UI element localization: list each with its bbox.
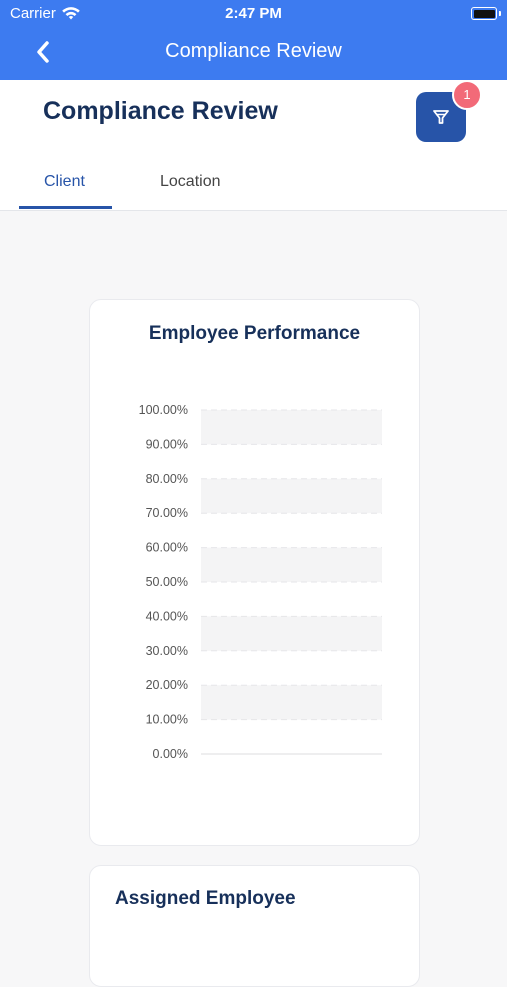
y-tick-label: 90.00% [146,437,188,451]
y-tick-label: 10.00% [146,713,188,727]
grid-band [201,547,382,582]
clock: 2:47 PM [225,5,282,22]
app-header: Carrier 2:47 PM Compliance Review [0,0,507,80]
grid-band [201,410,382,445]
nav-bar: Compliance Review [0,30,507,76]
status-bar: Carrier 2:47 PM [0,0,507,28]
grid-band [201,685,382,720]
funnel-icon [433,110,449,124]
tab-location[interactable]: Location [160,173,221,191]
y-tick-label: 30.00% [146,644,188,658]
filter-count-badge: 1 [452,80,482,110]
grid-band [201,616,382,651]
y-tick-label: 0.00% [153,747,188,761]
y-tick-label: 80.00% [146,472,188,486]
card-title: Assigned Employee [115,888,296,909]
y-tick-label: 70.00% [146,506,188,520]
y-tick-label: 60.00% [146,541,188,555]
nav-title: Compliance Review [165,40,342,62]
battery-icon [471,7,501,20]
y-tick-label: 20.00% [146,678,188,692]
y-tick-label: 40.00% [146,609,188,623]
page-title: Compliance Review [43,97,278,125]
tab-client[interactable]: Client [44,173,85,191]
employee-performance-card: Employee Performance 100.00% 90.00% 80.00%… [89,299,420,846]
active-tab-indicator [19,206,112,209]
page-header: Compliance Review 1 Client Location [0,80,507,211]
y-tick-label: 100.00% [139,403,188,417]
grid-band [201,478,382,514]
employee-performance-chart: 100.00% 90.00% 80.00% 70.00% 60.00% 50.00% 40.… [139,403,382,761]
y-tick-label: 50.00% [146,575,188,589]
assigned-employee-card: Assigned Employee [89,865,420,987]
